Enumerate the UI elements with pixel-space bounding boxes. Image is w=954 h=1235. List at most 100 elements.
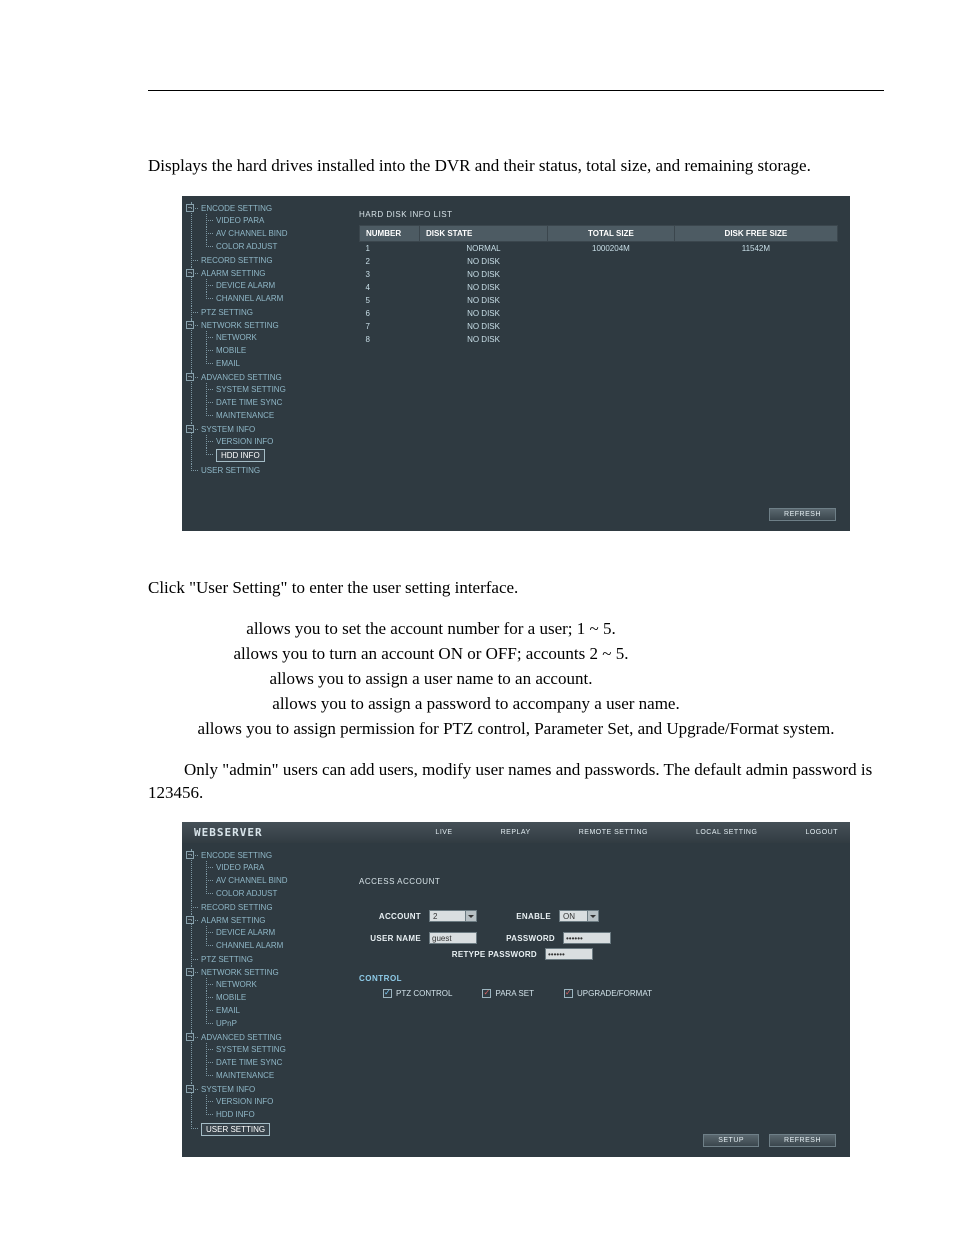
- para-label: PARA SET: [495, 989, 534, 998]
- control-heading: CONTROL: [359, 974, 838, 983]
- tree-item[interactable]: EMAIL: [216, 359, 240, 368]
- tree-item[interactable]: NETWORK: [216, 333, 257, 342]
- tree-item[interactable]: MOBILE: [216, 993, 246, 1002]
- account-line: allows you to set the account number for…: [148, 618, 884, 641]
- username-input[interactable]: [429, 932, 477, 944]
- tree-item[interactable]: DEVICE ALARM: [216, 928, 275, 937]
- tree-group[interactable]: PTZ SETTING: [201, 955, 253, 964]
- hdd-title: HARD DISK INFO LIST: [359, 210, 838, 219]
- user-setting-screenshot: WEBSERVER LIVEREPLAYREMOTE SETTINGLOCAL …: [182, 822, 850, 1157]
- tree-group[interactable]: SYSTEM INFO: [201, 1085, 255, 1094]
- tree-item[interactable]: DATE TIME SYNC: [216, 1058, 282, 1067]
- tree-item[interactable]: EMAIL: [216, 1006, 240, 1015]
- top-tab[interactable]: REMOTE SETTING: [579, 829, 648, 836]
- top-tab[interactable]: REPLAY: [501, 829, 531, 836]
- top-rule: [148, 90, 884, 91]
- tree-item[interactable]: VERSION INFO: [216, 437, 273, 446]
- account-label: ACCOUNT: [359, 912, 421, 921]
- enable-select[interactable]: ON: [559, 910, 599, 922]
- refresh-button[interactable]: REFRESH: [769, 508, 836, 521]
- sidebar: –ENCODE SETTINGVIDEO PARAAV CHANNEL BIND…: [182, 196, 337, 531]
- enable-label: ENABLE: [507, 912, 551, 921]
- chevron-down-icon: [465, 911, 476, 921]
- tree-item[interactable]: MOBILE: [216, 346, 246, 355]
- tree-group[interactable]: RECORD SETTING: [201, 903, 273, 912]
- top-bar: WEBSERVER LIVEREPLAYREMOTE SETTINGLOCAL …: [182, 822, 850, 843]
- note-line: Only "admin" users can add users, modify…: [148, 759, 884, 805]
- tree-group[interactable]: ALARM SETTING: [201, 269, 265, 278]
- chevron-down-icon: [587, 911, 598, 921]
- user-setting-intro: Click "User Setting" to enter the user s…: [148, 577, 884, 600]
- account-select[interactable]: 2: [429, 910, 477, 922]
- upgrade-checkbox[interactable]: [564, 989, 573, 998]
- tree-group[interactable]: NETWORK SETTING: [201, 968, 279, 977]
- top-tab[interactable]: LOCAL SETTING: [696, 829, 757, 836]
- tree-item[interactable]: HDD INFO: [216, 1110, 255, 1119]
- page: Displays the hard drives installed into …: [0, 0, 954, 1215]
- table-row: 8NO DISK: [360, 333, 838, 346]
- tree-item[interactable]: DEVICE ALARM: [216, 281, 275, 290]
- control-line: allows you to assign permission for PTZ …: [148, 718, 884, 741]
- table-row: 4NO DISK: [360, 281, 838, 294]
- retype-label: RETYPE PASSWORD: [359, 950, 537, 959]
- tree-group[interactable]: USER SETTING: [201, 466, 260, 475]
- username-line: allows you to assign a user name to an a…: [148, 668, 884, 691]
- access-title: ACCESS ACCOUNT: [359, 877, 838, 886]
- tree-group[interactable]: ALARM SETTING: [201, 916, 265, 925]
- password-label: PASSWORD: [497, 934, 555, 943]
- table-row: 2NO DISK: [360, 255, 838, 268]
- tree-item[interactable]: CHANNEL ALARM: [216, 941, 283, 950]
- tree-item[interactable]: MAINTENANCE: [216, 1071, 274, 1080]
- tree-group[interactable]: RECORD SETTING: [201, 256, 273, 265]
- user-panel: ACCESS ACCOUNT ACCOUNT 2 ENABLE ON USER …: [337, 843, 850, 1157]
- refresh-button[interactable]: REFRESH: [769, 1134, 836, 1147]
- tree-item[interactable]: VERSION INFO: [216, 1097, 273, 1106]
- tree-item[interactable]: AV CHANNEL BIND: [216, 876, 288, 885]
- table-row: 7NO DISK: [360, 320, 838, 333]
- tree-group[interactable]: ENCODE SETTING: [201, 204, 272, 213]
- hdd-panel: HARD DISK INFO LIST NUMBERDISK STATETOTA…: [337, 196, 850, 531]
- tree-group[interactable]: USER SETTING: [201, 1123, 270, 1136]
- ptz-label: PTZ CONTROL: [396, 989, 452, 998]
- enable-line: allows you to turn an account ON or OFF;…: [148, 643, 884, 666]
- tree-group[interactable]: NETWORK SETTING: [201, 321, 279, 330]
- setup-button[interactable]: SETUP: [703, 1134, 759, 1147]
- retype-input[interactable]: [545, 948, 593, 960]
- hdd-table: NUMBERDISK STATETOTAL SIZEDISK FREE SIZE…: [359, 225, 838, 346]
- password-line: allows you to assign a password to accom…: [148, 693, 884, 716]
- tree-item[interactable]: HDD INFO: [216, 449, 265, 462]
- tree-item[interactable]: CHANNEL ALARM: [216, 294, 283, 303]
- tree-item[interactable]: COLOR ADJUST: [216, 242, 277, 251]
- tree-item[interactable]: VIDEO PARA: [216, 863, 264, 872]
- table-row: 1NORMAL1000204M11542M: [360, 241, 838, 255]
- intro-text: Displays the hard drives installed into …: [148, 155, 884, 178]
- top-tab[interactable]: LIVE: [435, 829, 452, 836]
- tree-item[interactable]: UPnP: [216, 1019, 237, 1028]
- password-input[interactable]: [563, 932, 611, 944]
- tree-item[interactable]: AV CHANNEL BIND: [216, 229, 288, 238]
- tree-group[interactable]: ADVANCED SETTING: [201, 1033, 282, 1042]
- table-row: 5NO DISK: [360, 294, 838, 307]
- col-header: DISK FREE SIZE: [674, 225, 837, 241]
- tree-group[interactable]: ENCODE SETTING: [201, 851, 272, 860]
- tree-item[interactable]: VIDEO PARA: [216, 216, 264, 225]
- top-tab[interactable]: LOGOUT: [805, 829, 838, 836]
- tree-group[interactable]: PTZ SETTING: [201, 308, 253, 317]
- tree-item[interactable]: NETWORK: [216, 980, 257, 989]
- col-header: DISK STATE: [420, 225, 548, 241]
- tree-item[interactable]: DATE TIME SYNC: [216, 398, 282, 407]
- tree-item[interactable]: SYSTEM SETTING: [216, 1045, 286, 1054]
- col-header: TOTAL SIZE: [548, 225, 675, 241]
- tree-group[interactable]: SYSTEM INFO: [201, 425, 255, 434]
- tree-item[interactable]: SYSTEM SETTING: [216, 385, 286, 394]
- para-checkbox[interactable]: [482, 989, 491, 998]
- top-tabs: LIVE REPLAY REMOTE SETTING LOCAL SETTING LOG…: [435, 829, 838, 836]
- table-row: 3NO DISK: [360, 268, 838, 281]
- hdd-screenshot: –ENCODE SETTINGVIDEO PARAAV CHANNEL BIND…: [182, 196, 850, 531]
- table-row: 6NO DISK: [360, 307, 838, 320]
- ptz-checkbox[interactable]: [383, 989, 392, 998]
- tree-group[interactable]: ADVANCED SETTING: [201, 373, 282, 382]
- tree-item[interactable]: MAINTENANCE: [216, 411, 274, 420]
- tree-item[interactable]: COLOR ADJUST: [216, 889, 277, 898]
- col-header: NUMBER: [360, 225, 420, 241]
